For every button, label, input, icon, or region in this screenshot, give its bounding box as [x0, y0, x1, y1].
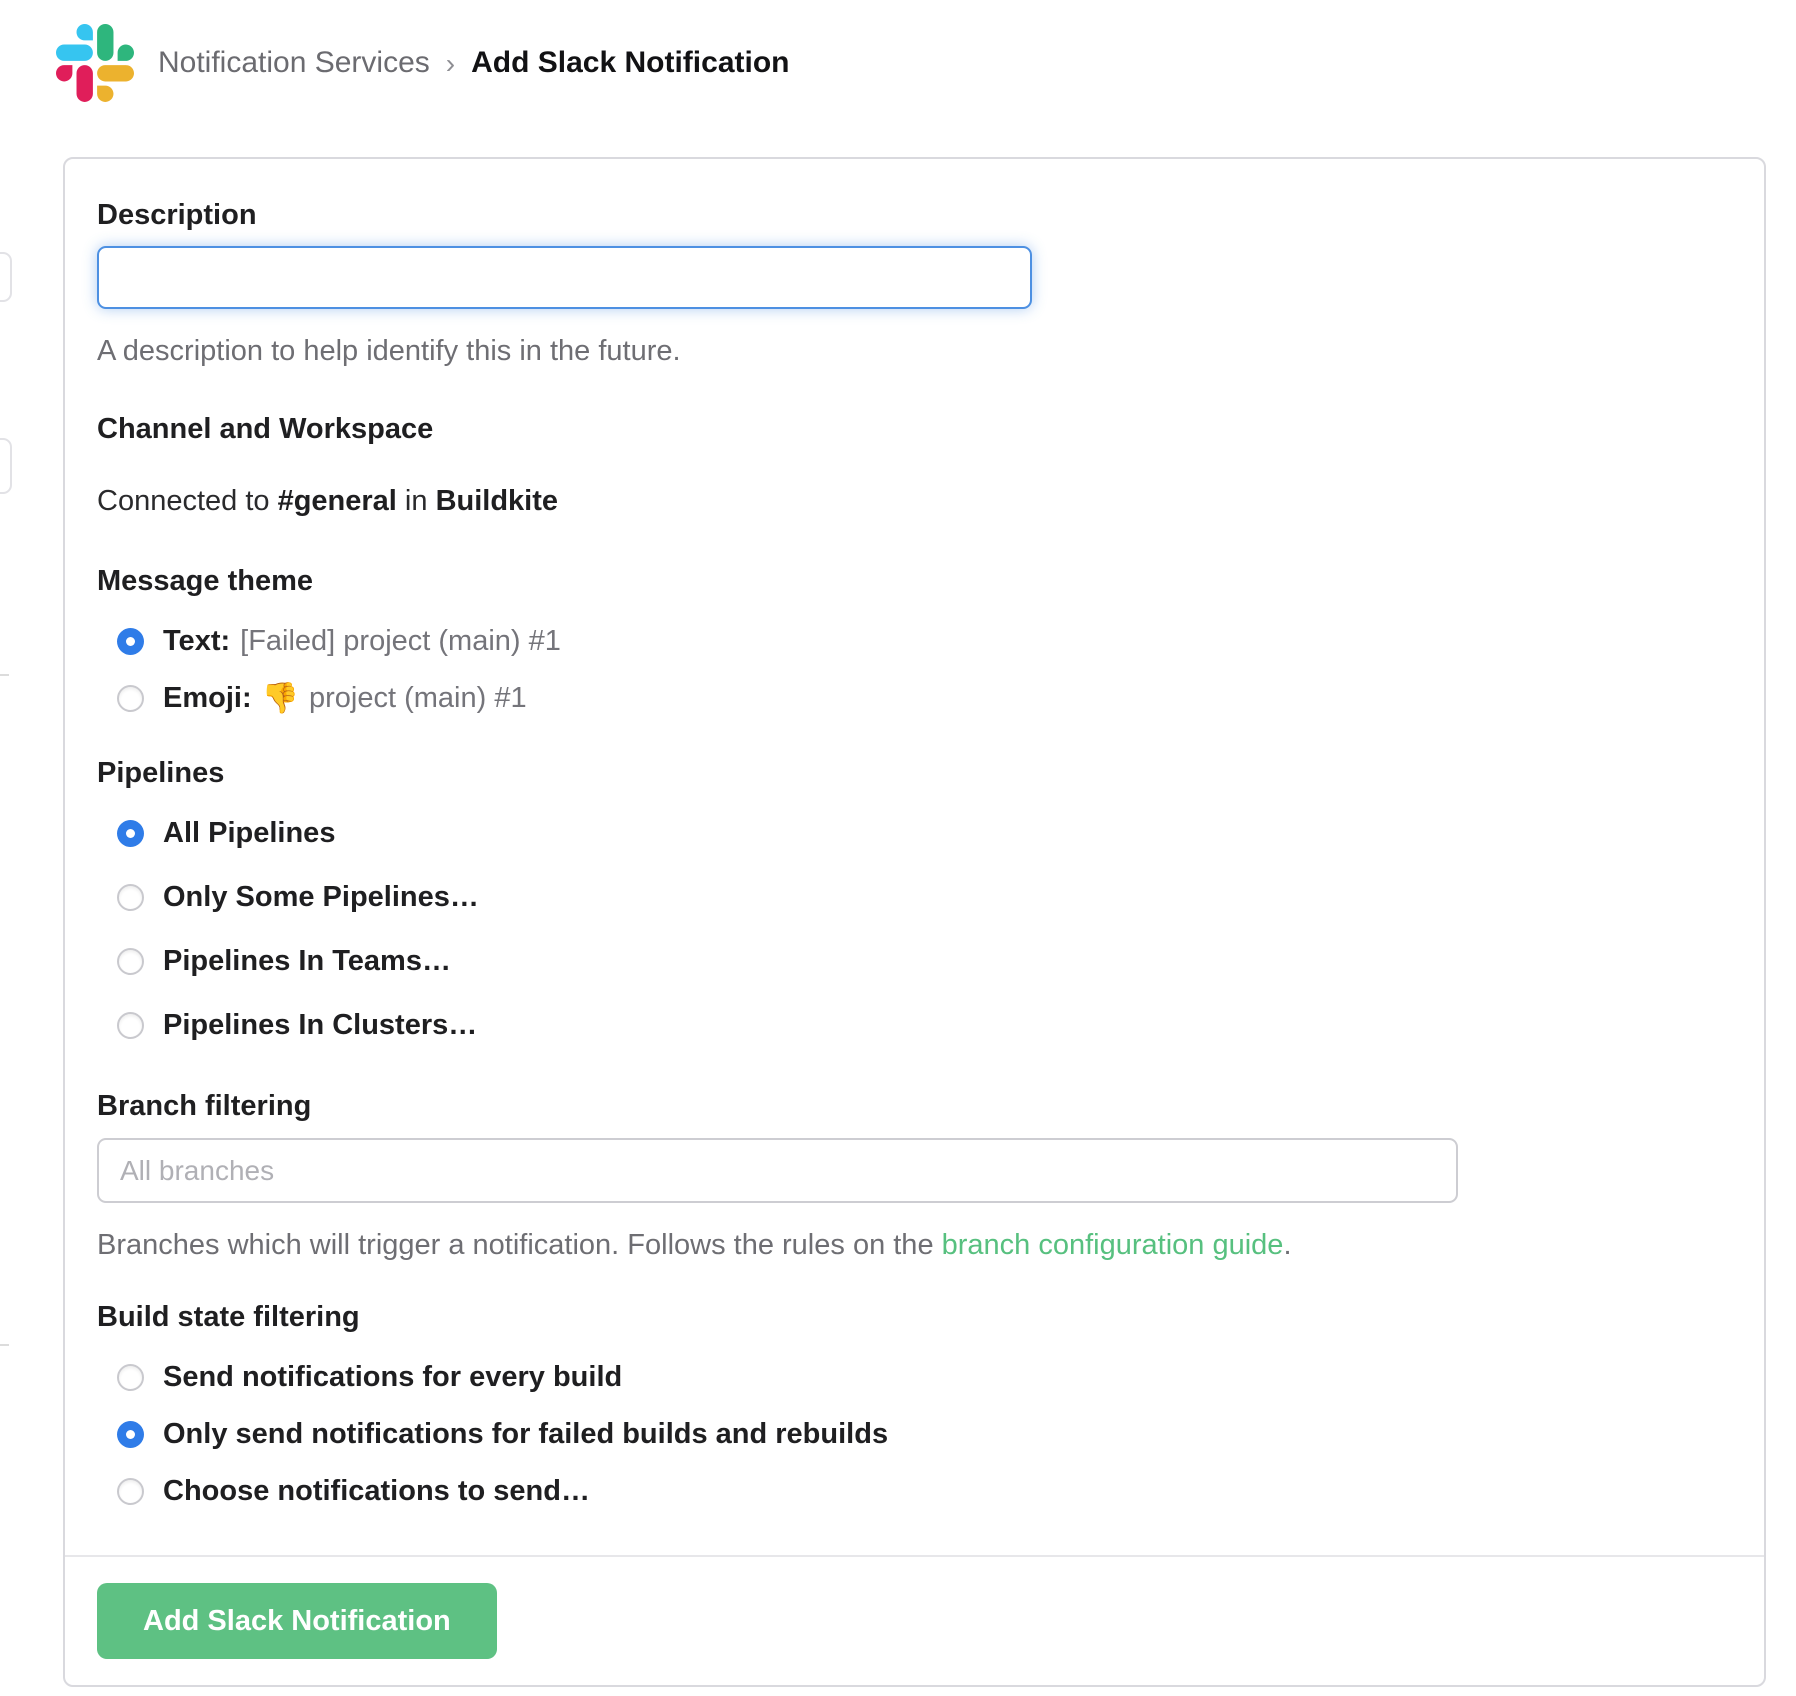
- connected-to-text: Connected to #general in Buildkite: [97, 484, 1732, 519]
- radio-unselected-icon[interactable]: [117, 1478, 144, 1505]
- channel-name: #general: [278, 485, 397, 517]
- pipelines-label: Pipelines: [97, 756, 1732, 791]
- connected-prefix: Connected to: [97, 485, 278, 517]
- build-state-failed-builds-option-label: Only send notifications for failed build…: [163, 1417, 888, 1452]
- build-state-choose-notifications-option[interactable]: Choose notifications to send…: [117, 1474, 1732, 1509]
- radio-selected-icon[interactable]: [117, 820, 144, 847]
- page-title: Add Slack Notification: [471, 44, 789, 82]
- branch-filtering-help-text: Branches which will trigger a notificati…: [97, 1228, 1732, 1263]
- add-slack-notification-form-card: Description A description to help identi…: [63, 157, 1766, 1687]
- form-body: Description A description to help identi…: [65, 159, 1764, 1555]
- build-state-every-build-option-label: Send notifications for every build: [163, 1360, 622, 1395]
- branch-filtering-input[interactable]: [97, 1138, 1458, 1203]
- pipelines-in-clusters-option-label: Pipelines In Clusters…: [163, 1008, 477, 1043]
- edge-input-fragment: [0, 438, 12, 494]
- radio-selected-icon[interactable]: [117, 1421, 144, 1448]
- radio-unselected-icon[interactable]: [117, 948, 144, 975]
- branch-filtering-label: Branch filtering: [97, 1089, 1732, 1124]
- page-header: Notification Services › Add Slack Notifi…: [0, 0, 1796, 102]
- radio-unselected-icon[interactable]: [117, 884, 144, 911]
- edge-line-fragment: [0, 1344, 9, 1346]
- pipelines-in-teams-option[interactable]: Pipelines In Teams…: [117, 944, 1732, 979]
- thumbs-down-emoji-icon: 👎: [262, 681, 299, 716]
- message-theme-text-option-label: Text:: [163, 624, 230, 659]
- pipelines-only-some-option-label: Only Some Pipelines…: [163, 880, 479, 915]
- message-theme-radio-group: Text: [Failed] project (main) #1 Emoji: …: [97, 624, 1732, 716]
- add-slack-notification-button[interactable]: Add Slack Notification: [97, 1583, 497, 1659]
- message-theme-emoji-option[interactable]: Emoji: 👎 project (main) #1: [117, 681, 1732, 716]
- radio-unselected-icon[interactable]: [117, 1364, 144, 1391]
- build-state-choose-notifications-option-label: Choose notifications to send…: [163, 1474, 590, 1509]
- description-label: Description: [97, 198, 1732, 233]
- breadcrumb: Notification Services › Add Slack Notifi…: [158, 43, 789, 83]
- channel-workspace-label: Channel and Workspace: [97, 412, 1732, 447]
- message-theme-label: Message theme: [97, 564, 1732, 599]
- build-state-radio-group: Send notifications for every build Only …: [97, 1360, 1732, 1509]
- workspace-name: Buildkite: [436, 485, 558, 517]
- branch-help-suffix: .: [1283, 1229, 1291, 1261]
- edge-line-fragment: [0, 674, 9, 676]
- message-theme-text-option-preview: [Failed] project (main) #1: [240, 624, 561, 659]
- breadcrumb-notification-services-link[interactable]: Notification Services: [158, 44, 430, 82]
- radio-unselected-icon[interactable]: [117, 685, 144, 712]
- description-input[interactable]: [97, 246, 1032, 309]
- pipelines-radio-group: All Pipelines Only Some Pipelines… Pipel…: [97, 816, 1732, 1043]
- message-theme-emoji-option-label: Emoji:: [163, 681, 252, 716]
- branch-configuration-guide-link[interactable]: branch configuration guide: [942, 1229, 1284, 1261]
- build-state-filtering-label: Build state filtering: [97, 1300, 1732, 1335]
- message-theme-text-option[interactable]: Text: [Failed] project (main) #1: [117, 624, 1732, 659]
- message-theme-emoji-option-preview: project (main) #1: [309, 681, 527, 716]
- branch-help-prefix: Branches which will trigger a notificati…: [97, 1229, 942, 1261]
- connected-middle: in: [397, 485, 436, 517]
- radio-selected-icon[interactable]: [117, 628, 144, 655]
- pipelines-in-clusters-option[interactable]: Pipelines In Clusters…: [117, 1008, 1732, 1043]
- pipelines-all-option[interactable]: All Pipelines: [117, 816, 1732, 851]
- build-state-failed-builds-option[interactable]: Only send notifications for failed build…: [117, 1417, 1732, 1452]
- breadcrumb-separator: ›: [446, 43, 455, 83]
- pipelines-in-teams-option-label: Pipelines In Teams…: [163, 944, 451, 979]
- build-state-every-build-option[interactable]: Send notifications for every build: [117, 1360, 1732, 1395]
- pipelines-only-some-option[interactable]: Only Some Pipelines…: [117, 880, 1732, 915]
- edge-input-fragment: [0, 252, 12, 302]
- radio-unselected-icon[interactable]: [117, 1012, 144, 1039]
- pipelines-all-option-label: All Pipelines: [163, 816, 335, 851]
- form-footer: Add Slack Notification: [65, 1555, 1764, 1685]
- slack-logo-icon: [56, 24, 134, 102]
- description-help-text: A description to help identify this in t…: [97, 334, 1732, 369]
